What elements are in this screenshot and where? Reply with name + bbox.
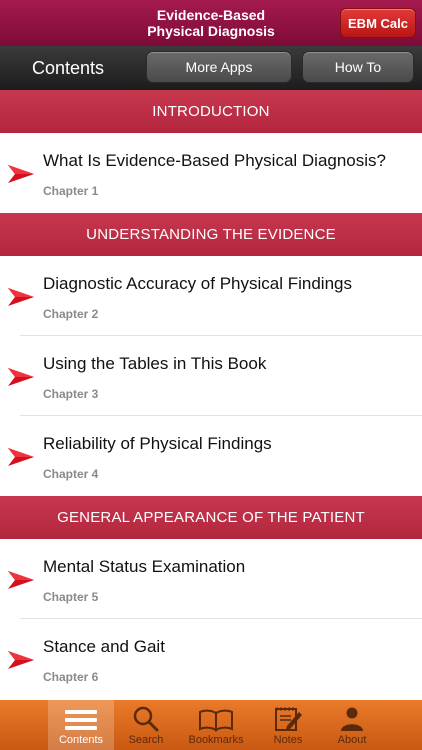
chapter-row[interactable]: Using the Tables in This Book Chapter 3 [0, 336, 422, 416]
chapter-number: Chapter 2 [43, 307, 99, 321]
chapter-row[interactable]: Mental Status Examination Chapter 5 [0, 539, 422, 619]
section-header-general-appearance: GENERAL APPEARANCE OF THE PATIENT [0, 496, 422, 539]
chapter-number: Chapter 3 [43, 387, 99, 401]
title-bar: Evidence-Based Physical Diagnosis EBM Ca… [0, 0, 422, 46]
person-icon [341, 707, 363, 731]
chapter-title: Diagnostic Accuracy of Physical Findings [43, 274, 352, 293]
chapter-title: Stance and Gait [43, 637, 165, 656]
arrow-icon [8, 571, 34, 589]
tab-label: About [337, 734, 367, 746]
chapter-row[interactable]: Diagnostic Accuracy of Physical Findings… [0, 256, 422, 336]
tab-label: Notes [273, 734, 303, 746]
tab-contents[interactable]: Contents [48, 700, 114, 750]
search-icon [133, 706, 159, 732]
arrow-icon [8, 165, 34, 183]
contents-list[interactable]: INTRODUCTION What Is Evidence-Based Phys… [0, 90, 422, 700]
tab-about[interactable]: About [324, 700, 380, 750]
tab-notes[interactable]: Notes [260, 700, 316, 750]
arrow-icon [8, 288, 34, 306]
chapter-row[interactable]: What Is Evidence-Based Physical Diagnosi… [0, 133, 422, 213]
notes-icon [275, 707, 302, 731]
nav-title: Contents [32, 58, 105, 78]
chapter-number: Chapter 6 [43, 670, 99, 684]
tab-label: Search [128, 734, 164, 746]
app-title-line1: Evidence-Based [156, 7, 266, 23]
chapter-number: Chapter 5 [43, 590, 99, 604]
chapter-row[interactable]: Reliability of Physical Findings Chapter… [0, 416, 422, 496]
section-header-understanding-evidence: UNDERSTANDING THE EVIDENCE [0, 213, 422, 256]
chapter-title: Mental Status Examination [43, 557, 246, 576]
app-title: Evidence-Based Physical Diagnosis [111, 7, 311, 39]
list-icon [65, 710, 97, 730]
section-header-introduction: INTRODUCTION [0, 90, 422, 133]
chapter-row[interactable]: Stance and Gait Chapter 6 [0, 619, 422, 699]
tab-label: Contents [58, 734, 104, 746]
tab-search[interactable]: Search [118, 700, 174, 750]
app-title-line2: Physical Diagnosis [147, 23, 275, 39]
arrow-icon [8, 651, 34, 669]
tab-bookmarks[interactable]: Bookmarks [180, 700, 252, 750]
chapter-number: Chapter 1 [43, 184, 99, 198]
chapter-number: Chapter 4 [43, 467, 99, 481]
tab-bar: Contents Search Bookmarks Notes About [0, 700, 422, 750]
chapter-title: Reliability of Physical Findings [43, 434, 272, 453]
navigation-bar: Contents More Apps How To [0, 46, 422, 90]
more-apps-button[interactable]: More Apps [146, 51, 292, 83]
chapter-title: Using the Tables in This Book [43, 354, 267, 373]
arrow-icon [8, 448, 34, 466]
arrow-icon [8, 368, 34, 386]
tab-label: Bookmarks [188, 734, 244, 746]
book-icon [199, 709, 233, 732]
ebm-calc-button[interactable]: EBM Calc [340, 8, 416, 38]
chapter-title: What Is Evidence-Based Physical Diagnosi… [43, 151, 386, 170]
how-to-button[interactable]: How To [302, 51, 414, 83]
